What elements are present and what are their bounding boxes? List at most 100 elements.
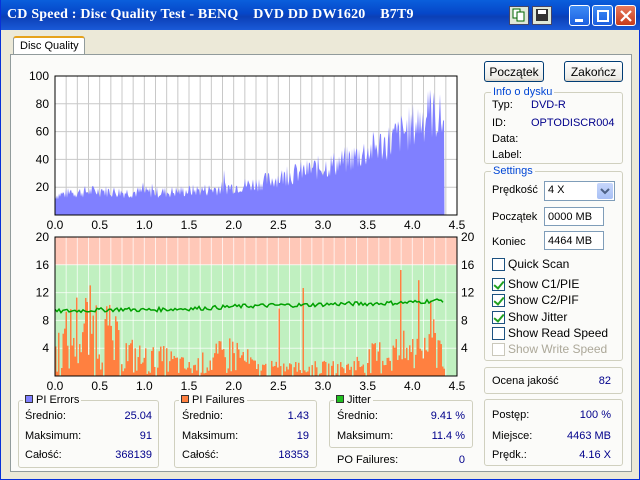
speed-select[interactable]: 4 X: [544, 181, 615, 201]
pif-bar: [394, 347, 396, 376]
pif-bar: [80, 352, 82, 376]
pif-bar: [86, 301, 88, 376]
jitter-y-tick-label: 20: [461, 230, 475, 244]
chevron-down-icon[interactable]: [597, 183, 613, 199]
pie-x-tick-label: 0.5: [91, 218, 108, 232]
pif-bar: [404, 358, 406, 376]
pif-bar: [58, 332, 60, 376]
pif-bar: [220, 341, 222, 376]
pif-bar: [376, 360, 378, 376]
pif-bar: [254, 360, 256, 376]
maximize-button[interactable]: [592, 5, 613, 26]
disc-info-title: Info o dysku: [491, 86, 555, 98]
pif-max-label: Maksimum:: [182, 430, 239, 442]
show-pie-checkbox[interactable]: [492, 278, 505, 291]
pif-bar: [169, 361, 171, 376]
pif-bar: [97, 358, 99, 376]
pif-bar: [100, 369, 102, 376]
pif-bar: [160, 346, 162, 376]
pif-bar: [130, 343, 132, 376]
copy-icon[interactable]: [509, 6, 529, 25]
pif-x-tick-label: 0.0: [47, 379, 64, 391]
start-button[interactable]: Początek: [484, 61, 544, 82]
pie-x-tick-label: 4.0: [404, 218, 421, 232]
main-window: CD Speed : Disc Quality Test - BENQ DVD …: [0, 0, 640, 480]
pif-bar: [287, 369, 289, 376]
pie-y-tick-label: 80: [36, 97, 50, 111]
pif-bar: [95, 305, 97, 376]
pif-bar: [314, 361, 316, 376]
jitter-y-tick-label: 4: [461, 341, 468, 355]
speed-label: Prędkość: [492, 184, 538, 196]
pif-bar: [419, 348, 421, 376]
pif-bar: [422, 358, 424, 376]
pif-bar: [412, 339, 414, 376]
pif-bar: [389, 360, 391, 376]
range-end-input[interactable]: [544, 231, 604, 250]
show-pif-checkbox[interactable]: [492, 294, 505, 307]
pie-y-tick-label: 20: [36, 180, 50, 194]
pif-bar: [325, 362, 327, 376]
pif-bar: [391, 370, 393, 376]
pif-bar: [101, 362, 103, 376]
minimize-button[interactable]: [569, 5, 590, 26]
tab-disc-quality[interactable]: Disc Quality: [13, 36, 85, 55]
disc-date-label: Data:: [492, 133, 519, 145]
pif-bar: [295, 361, 297, 376]
pie-x-tick-label: 1.0: [136, 218, 153, 232]
pif-bar: [184, 368, 186, 376]
pif-bar: [403, 330, 405, 376]
pif-bar: [247, 349, 249, 376]
pif-bar: [440, 344, 442, 376]
range-start-input[interactable]: [544, 207, 604, 226]
pif-bar: [107, 325, 109, 376]
pif-bar: [157, 367, 159, 376]
jitter-y-tick-label: 12: [461, 286, 475, 300]
pif-bar: [433, 319, 435, 376]
jitter-max-value: 11.4 %: [431, 430, 465, 442]
jitter-avg-value: 9.41 %: [430, 410, 465, 422]
pif-bar: [128, 345, 130, 376]
pie-max-label: Maksimum:: [25, 430, 82, 442]
quick-scan-checkbox[interactable]: [492, 258, 505, 271]
pif-bar: [322, 361, 324, 376]
pif-bar: [236, 342, 238, 376]
pif-bar: [188, 362, 190, 376]
pif-bar: [299, 370, 301, 376]
save-icon[interactable]: [532, 6, 552, 25]
pif-bar: [104, 319, 106, 376]
pif-bar: [77, 363, 79, 376]
settings-title: Settings: [491, 165, 535, 177]
pif-bar: [278, 308, 280, 376]
pif-bar: [232, 341, 234, 376]
pif-x-tick-label: 0.5: [91, 379, 108, 391]
pif-bar: [152, 347, 154, 376]
pif-bar: [170, 351, 172, 376]
pif-bar: [143, 357, 145, 376]
show-jitter-checkbox[interactable]: [492, 311, 505, 324]
exit-button[interactable]: Zakończ: [564, 61, 623, 82]
pif-bar: [82, 332, 84, 376]
pif-bar: [368, 349, 370, 376]
title-bar[interactable]: CD Speed : Disc Quality Test - BENQ DVD …: [1, 0, 640, 30]
pie-x-tick-label: 1.5: [181, 218, 198, 232]
pif-bar: [250, 357, 252, 376]
pif-bar: [175, 357, 177, 376]
close-button[interactable]: [615, 5, 636, 26]
show-jitter-label: Show Jitter: [508, 310, 568, 324]
pif-bar: [64, 328, 66, 376]
pif-bar: [214, 353, 216, 376]
pie-x-tick-label: 3.0: [315, 218, 332, 232]
po-failures-label: PO Failures:: [337, 454, 399, 466]
pif-x-tick-label: 2.0: [225, 379, 242, 391]
jitter-y-tick-label: 16: [461, 258, 475, 272]
pif-bar: [442, 366, 444, 376]
pif-bar: [148, 371, 150, 376]
pif-bar: [386, 357, 388, 376]
pif-bar: [85, 297, 87, 376]
show-read-speed-checkbox[interactable]: [492, 327, 505, 340]
pif-bar: [407, 360, 409, 376]
pif-bar: [398, 355, 400, 376]
pif-bar: [125, 343, 127, 376]
pif-bar: [122, 371, 124, 376]
